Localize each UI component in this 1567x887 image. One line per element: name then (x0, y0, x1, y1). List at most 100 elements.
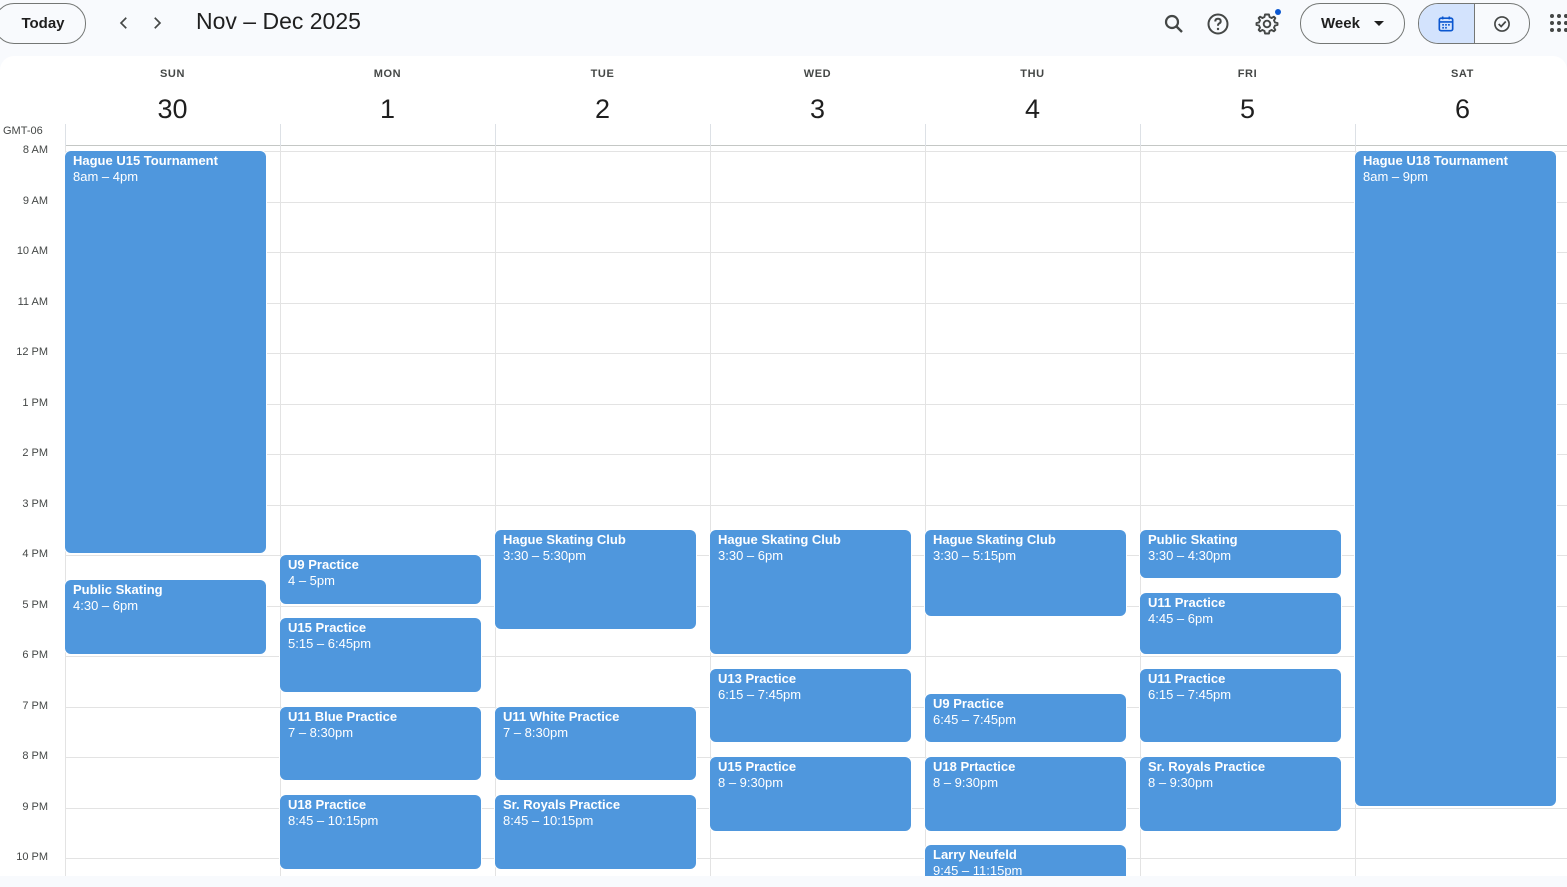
day-number[interactable]: 30 (65, 94, 280, 125)
hour-label: 8 PM (22, 750, 48, 762)
day-header-sat[interactable]: SAT 6 (1355, 56, 1567, 146)
header-column-separator (280, 124, 281, 146)
hour-label: 1 PM (22, 396, 48, 409)
event-title: U18 Practice (288, 796, 367, 812)
event-time: 3:30 – 5:15pm (933, 547, 1017, 563)
calendar-event[interactable]: Public Skating 3:30 – 4:30pm (1140, 529, 1341, 579)
event-time: 3:30 – 5:30pm (503, 547, 587, 563)
hour-label: 9 PM (22, 800, 48, 813)
day-number[interactable]: 5 (1140, 94, 1355, 125)
calendar-event[interactable]: Public Skating 4:30 – 6pm (65, 580, 266, 654)
settings-button[interactable] (1251, 8, 1283, 40)
chevron-left-icon (119, 17, 127, 29)
event-title: Sr. Royals Practice (503, 796, 621, 812)
header-column-separator (495, 124, 496, 146)
view-selector[interactable]: Week (1300, 3, 1405, 44)
event-title: U11 Practice (1148, 670, 1226, 686)
timezone-label: GMT-06 (3, 125, 43, 137)
day-header-fri[interactable]: FRI 5 (1140, 56, 1355, 146)
event-time: 4 – 5pm (288, 573, 335, 588)
caret-down-icon (1373, 21, 1384, 26)
calendar-event[interactable]: U11 White Practice 7 – 8:30pm (495, 706, 696, 781)
day-header-tue[interactable]: TUE 2 (495, 56, 710, 146)
day-name: THU (1020, 68, 1045, 80)
calendar-event[interactable]: Hague Skating Club 3:30 – 5:30pm (495, 529, 696, 629)
help-button[interactable] (1202, 8, 1234, 40)
view-selector-label: Week (1321, 15, 1360, 32)
calendar-event[interactable]: Sr. Royals Practice 8 – 9:30pm (1140, 757, 1341, 831)
day-number[interactable]: 4 (925, 94, 1140, 125)
event-title: Sr. Royals Practice (1148, 759, 1266, 774)
date-range-title: Nov – Dec 2025 (196, 8, 361, 34)
notification-dot (1275, 9, 1281, 15)
event-title: U9 Practice (933, 695, 1004, 711)
day-number[interactable]: 1 (280, 94, 495, 125)
calendar-event[interactable]: U9 Practice 4 – 5pm (280, 555, 481, 604)
event-title: U15 Practice (288, 620, 367, 636)
calendar-event[interactable]: Hague U15 Tournament 8am – 4pm (65, 151, 266, 553)
calendar-event[interactable]: Hague Skating Club 3:30 – 5:15pm (925, 529, 1126, 617)
event-title: U9 Practice (288, 557, 359, 572)
day-name: WED (803, 68, 832, 80)
event-time: 8am – 4pm (73, 169, 139, 184)
tasks-toggle-button[interactable] (1475, 4, 1530, 43)
event-time: 7 – 8:30pm (288, 724, 354, 740)
day-header-thu[interactable]: THU 4 (925, 56, 1140, 146)
hour-label: 5 PM (22, 598, 48, 611)
calendar-event[interactable]: U18 Practice 8:45 – 10:15pm (280, 794, 481, 869)
hour-gridline (65, 151, 1567, 152)
today-button[interactable]: Today (0, 3, 86, 44)
check-circle-icon (1493, 15, 1510, 32)
event-title: Hague Skating Club (933, 531, 1056, 547)
day-header-wed[interactable]: WED 3 (710, 56, 925, 146)
event-time: 3:30 – 6pm (718, 547, 784, 563)
hour-gridline (65, 302, 1567, 304)
calendar-event[interactable]: U11 Blue Practice 7 – 8:30pm (280, 706, 481, 781)
next-button[interactable] (143, 9, 171, 37)
day-number[interactable]: 2 (495, 94, 710, 125)
hour-label: 8 AM (22, 144, 48, 156)
day-name: MON (373, 68, 402, 80)
event-time: 3:30 – 4:30pm (1148, 547, 1232, 563)
calendar-event[interactable]: Larry Neufeld 9:45 – 11:15pm (925, 845, 1126, 876)
event-title: Public Skating (73, 582, 163, 598)
day-header-sun[interactable]: SUN 30 (65, 56, 280, 146)
apps-grid-icon (1550, 14, 1567, 32)
calendar-event[interactable]: U13 Practice 6:15 – 7:45pm (710, 668, 911, 743)
hour-label: 7 PM (22, 699, 48, 712)
calendar-event[interactable]: U11 Practice 6:15 – 7:45pm (1140, 668, 1341, 743)
gear-icon (1255, 13, 1279, 35)
calendar-event[interactable]: Hague U18 Tournament 8am – 9pm (1355, 151, 1556, 806)
calendar-event[interactable]: Sr. Royals Practice 8:45 – 10:15pm (495, 794, 696, 869)
event-time: 8 – 9:30pm (718, 775, 784, 790)
day-number[interactable]: 6 (1355, 94, 1567, 125)
header-column-separator (1355, 124, 1356, 146)
calendar-event[interactable]: U18 Prtactice 8 – 9:30pm (925, 757, 1126, 831)
top-toolbar: Today Nov – Dec 2025 Week (0, 0, 1567, 56)
calendar-event[interactable]: U15 Practice 8 – 9:30pm (710, 757, 911, 831)
event-time: 8 – 9:30pm (933, 775, 999, 790)
week-grid[interactable]: GMT-06 SUN 30 MON 1 TUE 2 WED 3 THU 4 FRI 5 SAT 6 8 A… (0, 56, 1567, 876)
event-title: U11 Practice (1148, 594, 1226, 610)
calendar-event[interactable]: U11 Practice 4:45 – 6pm (1140, 592, 1341, 654)
help-icon (1207, 13, 1229, 35)
apps-grid-button[interactable] (1549, 13, 1567, 33)
search-button[interactable] (1158, 8, 1190, 40)
hour-gridline (65, 353, 1567, 354)
hour-gridline (65, 201, 1567, 203)
day-number[interactable]: 3 (710, 94, 925, 125)
hour-label: 4 PM (22, 548, 48, 560)
day-name: SUN (159, 68, 186, 80)
calendar-event[interactable]: Hague Skating Club 3:30 – 6pm (710, 529, 911, 654)
header-column-separator (65, 124, 66, 146)
previous-button[interactable] (110, 9, 138, 37)
header-column-separator (710, 124, 711, 146)
calendar-toggle-button[interactable] (1419, 4, 1475, 43)
calendar-event[interactable]: U15 Practice 5:15 – 6:45pm (280, 618, 481, 692)
calendar-tasks-toggle (1418, 3, 1530, 44)
event-time: 6:15 – 7:45pm (1148, 686, 1232, 702)
event-title: U11 Blue Practice (288, 708, 398, 724)
day-header-mon[interactable]: MON 1 (280, 56, 495, 146)
calendar-event[interactable]: U9 Practice 6:45 – 7:45pm (925, 693, 1126, 743)
hour-gridline (65, 454, 1567, 455)
